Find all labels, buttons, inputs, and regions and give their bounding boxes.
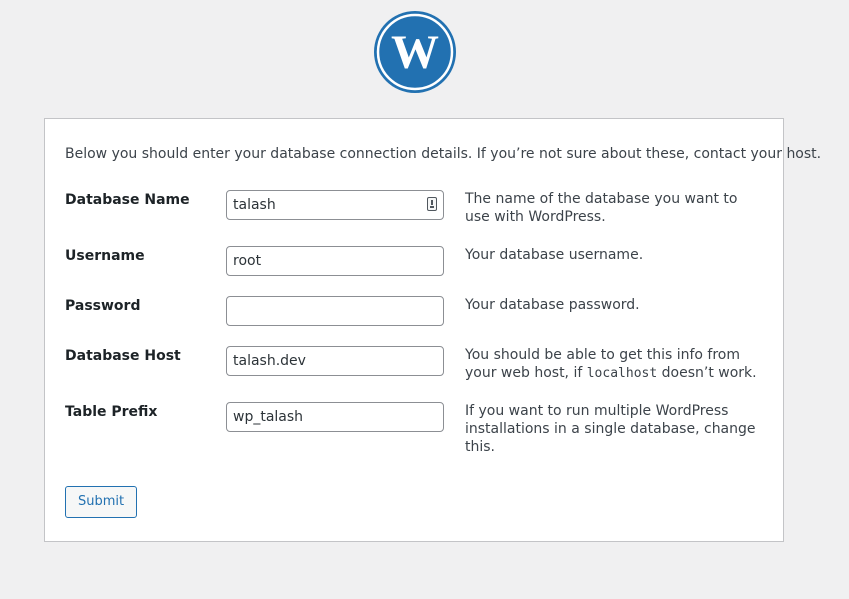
password-description: Your database password.: [465, 297, 640, 313]
database-name-input[interactable]: [226, 190, 444, 220]
table-prefix-label: Table Prefix: [65, 404, 158, 420]
submit-button[interactable]: Submit: [65, 486, 138, 518]
database-name-label: Database Name: [65, 192, 190, 208]
database-name-field-wrapper: [226, 190, 444, 220]
table-prefix-description: If you want to run multiple WordPress in…: [465, 403, 756, 455]
username-description: Your database username.: [465, 247, 644, 263]
password-label: Password: [65, 298, 141, 314]
username-input[interactable]: [226, 246, 444, 276]
password-manager-icon[interactable]: [427, 197, 437, 211]
wordpress-logo-graphic: W: [374, 11, 456, 93]
database-name-description: The name of the database you want to use…: [465, 191, 738, 225]
database-host-input[interactable]: [226, 346, 444, 376]
setup-config-form: Below you should enter your database con…: [44, 118, 821, 542]
wordpress-logo-icon[interactable]: W: [373, 10, 457, 94]
password-input[interactable]: [226, 296, 444, 326]
database-host-description-after: doesn’t work.: [657, 365, 757, 381]
localhost-code: localhost: [586, 366, 658, 381]
intro-text: Below you should enter your database con…: [65, 146, 822, 162]
database-host-label: Database Host: [65, 348, 181, 364]
database-host-description: You should be able to get this info from…: [465, 346, 765, 383]
username-label: Username: [65, 248, 145, 264]
table-prefix-input[interactable]: [226, 402, 444, 432]
svg-text:W: W: [391, 26, 439, 79]
